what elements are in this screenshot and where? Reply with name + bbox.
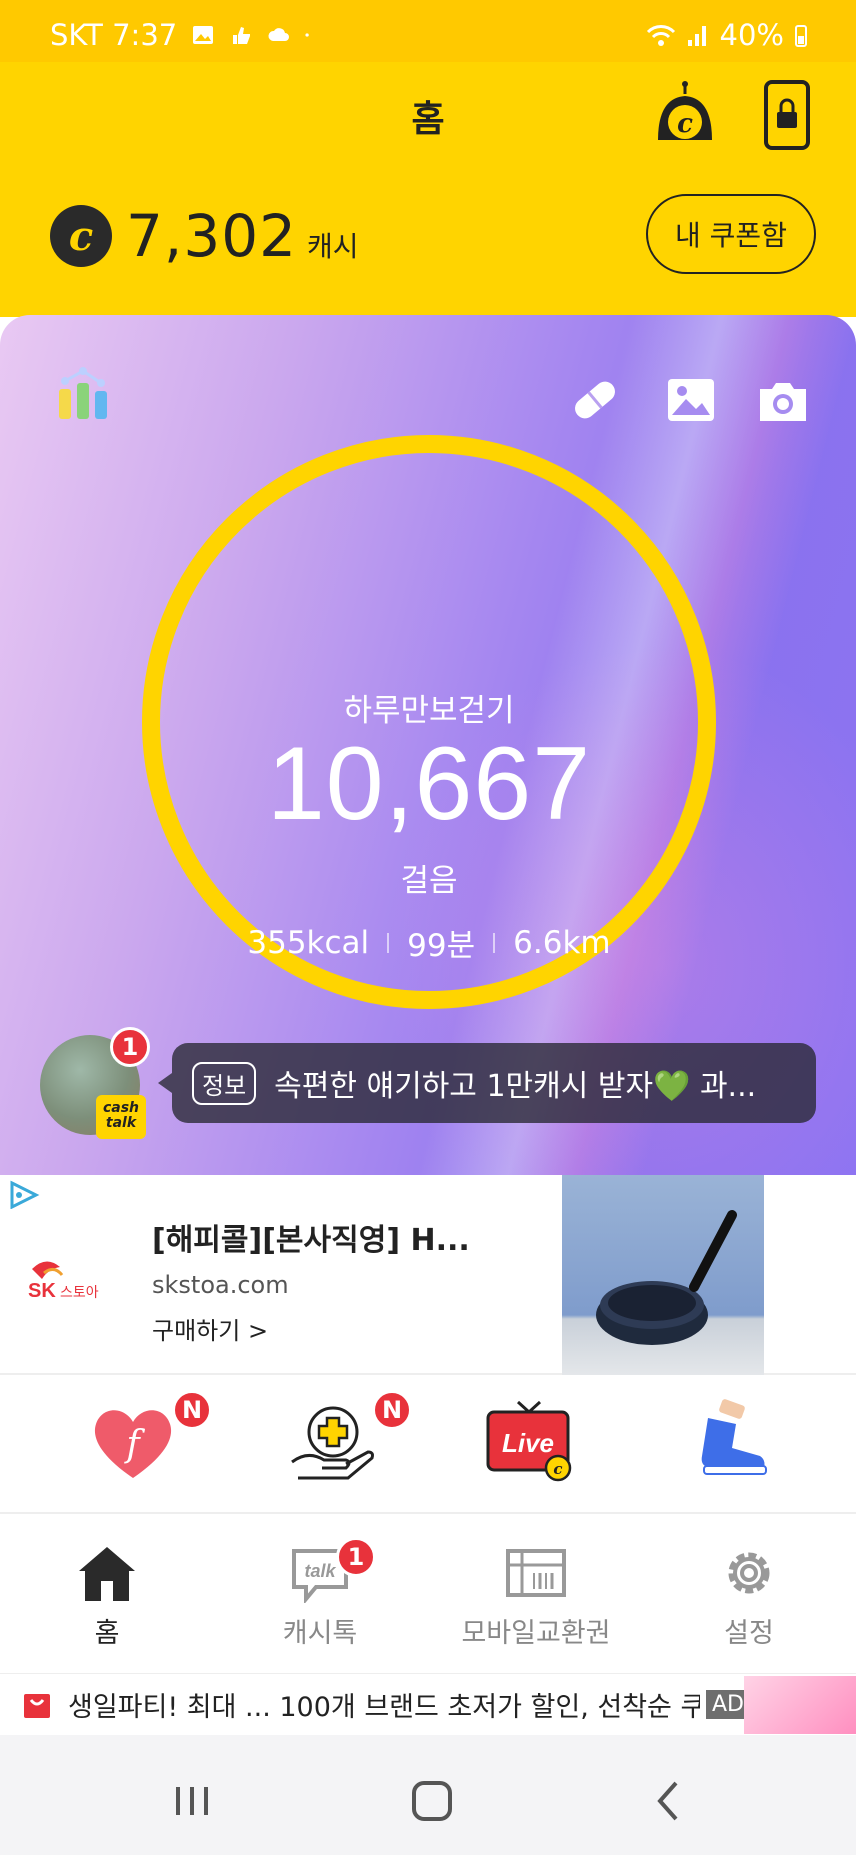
new-badge: N xyxy=(372,1390,412,1430)
tab-cash-talk-label: 캐시톡 xyxy=(282,1618,358,1649)
ad-choices-icon[interactable] xyxy=(6,1179,42,1209)
gear-icon xyxy=(728,1552,770,1594)
new-badge: N xyxy=(172,1390,212,1430)
page-title: 홈 xyxy=(411,99,445,140)
cash-amount: 7,302 xyxy=(126,202,298,270)
step-counter[interactable]: 하루만보걷기 10,667 걸음 355kcal 99분 6.6km xyxy=(142,435,716,1009)
cash-talk-message: 속편한 얘기하고 1만캐시 받자💚 과... xyxy=(274,1069,757,1104)
stats-divider xyxy=(387,932,390,953)
steps-unit: 걸음 xyxy=(400,863,458,899)
my-coupon-button[interactable]: 내 쿠폰함 xyxy=(646,194,816,274)
minutes-value: 99분 xyxy=(407,928,476,964)
back-icon[interactable] xyxy=(640,1771,700,1831)
walking-shoe-icon xyxy=(701,1399,767,1475)
header: 홈 c c 7,302 캐시 내 쿠폰함 xyxy=(0,62,856,317)
sk-stoa-logo: SK 스토아 xyxy=(28,1261,99,1301)
camera-icon[interactable] xyxy=(756,375,810,425)
shortcut-live[interactable]: Live c xyxy=(484,1396,584,1496)
bottom-ad-thumbnail[interactable] xyxy=(744,1676,856,1734)
cloud-icon xyxy=(268,28,290,41)
status-bar: SKT 7:37 40% xyxy=(0,0,856,62)
shortcut-health-insurance[interactable]: N xyxy=(288,1390,412,1496)
carrier-time: SKT 7:37 xyxy=(50,18,178,52)
ad-product-image[interactable] xyxy=(562,1175,764,1375)
ad-domain: skstoa.com xyxy=(152,1271,289,1299)
info-tag: 정보 xyxy=(192,1061,257,1105)
signal-icon xyxy=(687,26,706,46)
tab-mobile-voucher-label: 모바일교환권 xyxy=(461,1618,611,1649)
thumbs-icon xyxy=(233,27,251,44)
gift-voucher-icon xyxy=(506,1549,566,1597)
home-nav-icon[interactable] xyxy=(402,1771,462,1831)
bottom-tab-bar: 홈 talk 1 캐시톡 모바일교환권 설정 xyxy=(0,1515,856,1673)
cash-talk-bubble[interactable]: 정보 속편한 얘기하고 1만캐시 받자💚 과... xyxy=(158,1043,816,1123)
step-count: 10,667 xyxy=(266,726,592,842)
distance-value: 6.6km xyxy=(513,924,611,961)
health-plus-icon xyxy=(291,1406,374,1480)
calories-value: 355kcal xyxy=(247,924,370,961)
shopping-bag-icon xyxy=(24,1693,50,1718)
shortcut-row: f N N Live c xyxy=(0,1378,856,1514)
cash-unit: 캐시 xyxy=(307,230,359,263)
home-icon xyxy=(79,1547,135,1601)
stats-divider xyxy=(493,932,496,953)
live-tv-icon: Live c xyxy=(486,1400,572,1482)
frying-pan-image xyxy=(596,1210,737,1345)
bottom-ad-text: 생일파티! 최대 ... 100개 브랜드 초저가 할인, 선착순 쿠... xyxy=(68,1692,700,1723)
tab-home-label: 홈 xyxy=(94,1618,120,1649)
recent-apps-icon[interactable] xyxy=(162,1771,222,1831)
ad-title[interactable]: [해피콜][본사직영] H... xyxy=(152,1215,470,1259)
svg-text:스토아: 스토아 xyxy=(60,1285,99,1301)
battery-icon xyxy=(795,25,807,47)
svg-text:c: c xyxy=(553,1460,562,1478)
gallery-icon xyxy=(193,26,214,44)
cash-talk-logo-line2: talk xyxy=(105,1115,137,1131)
dot-icon xyxy=(305,33,309,37)
wifi-icon xyxy=(646,25,675,46)
cash-talk-logo: cash talk xyxy=(96,1095,146,1139)
system-nav-bar xyxy=(0,1735,856,1855)
status-left: SKT 7:37 xyxy=(50,18,315,52)
stats-chart-icon[interactable] xyxy=(55,363,115,423)
cash-robot-icon[interactable]: c xyxy=(652,80,718,146)
cash-talk-count-badge: 1 xyxy=(110,1027,150,1067)
cash-coin-icon: c xyxy=(50,205,112,267)
cash-talk-logo-line1: cash xyxy=(102,1100,140,1116)
tab-settings-label: 설정 xyxy=(724,1618,774,1649)
bottom-ad-banner[interactable]: 생일파티! 최대 ... 100개 브랜드 초저가 할인, 선착순 쿠... A… xyxy=(0,1673,856,1735)
svg-text:talk: talk xyxy=(304,1561,336,1581)
svg-text:SK: SK xyxy=(28,1280,56,1301)
tab-mobile-voucher[interactable]: 모바일교환권 xyxy=(436,1543,636,1650)
ad-banner[interactable]: SK 스토아 [해피콜][본사직영] H... skstoa.com 구매하기 … xyxy=(0,1175,856,1375)
pill-icon[interactable] xyxy=(568,375,622,425)
walk-challenge-label: 하루만보걷기 xyxy=(343,693,515,729)
svg-text:c: c xyxy=(677,109,693,139)
walk-stats: 355kcal 99분 6.6km xyxy=(142,920,716,965)
status-right: 40% xyxy=(646,18,808,52)
cash-balance[interactable]: c 7,302 캐시 xyxy=(50,202,359,270)
ad-buy-link[interactable]: 구매하기 > xyxy=(152,1311,268,1346)
tab-cash-talk[interactable]: talk 1 캐시톡 xyxy=(220,1537,420,1650)
tab-settings[interactable]: 설정 xyxy=(649,1543,849,1650)
cash-talk-tab-badge: 1 xyxy=(336,1537,376,1577)
gallery-icon[interactable] xyxy=(664,375,718,425)
lock-screen-icon[interactable] xyxy=(762,80,812,150)
live-label: Live xyxy=(502,1428,554,1458)
shortcut-fundraising[interactable]: f N xyxy=(88,1390,212,1496)
walk-card[interactable]: 하루만보걷기 10,667 걸음 355kcal 99분 6.6km cash … xyxy=(0,315,856,1175)
tab-home[interactable]: 홈 xyxy=(7,1543,207,1650)
battery-percent: 40% xyxy=(719,18,784,52)
shortcut-walking[interactable] xyxy=(686,1396,786,1496)
fundraising-heart-icon: f xyxy=(94,1410,172,1478)
